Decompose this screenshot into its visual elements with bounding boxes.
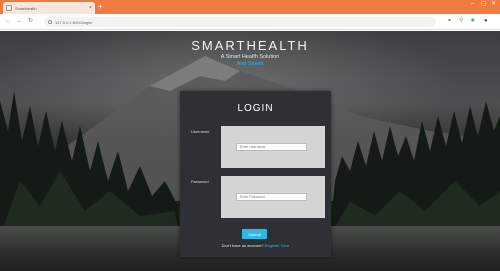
account-icon[interactable]: ● [484, 18, 488, 24]
site-info-icon[interactable] [48, 20, 52, 24]
password-panel [221, 176, 325, 218]
login-heading: LOGIN [237, 103, 274, 114]
url-text: 127.0.0.1:8000/login/ [55, 19, 93, 25]
page-viewport: SMARTHEALTH A Smart Health Solution And … [0, 31, 500, 271]
username-input[interactable] [236, 143, 307, 151]
page-favicon-icon [6, 5, 12, 11]
username-label: Username [191, 129, 210, 134]
browser-toolbar: ← → ↻ 127.0.0.1:8000/login/ ⚭ ⚲ ★ ● [0, 14, 500, 30]
brand-slogan: And Saved [236, 61, 264, 67]
browser-tab-strip: Smarthealth × + – ▢ ✕ [0, 0, 500, 14]
address-bar[interactable]: 127.0.0.1:8000/login/ [44, 17, 436, 27]
star-icon[interactable]: ★ [470, 18, 475, 24]
signup-prompt: Don't have an account? Register Here [180, 243, 331, 248]
tab-close-icon[interactable]: × [89, 5, 92, 11]
back-arrow-icon[interactable]: ← [5, 18, 11, 24]
maximize-button[interactable]: ▢ [481, 1, 487, 7]
reload-icon[interactable]: ↻ [28, 18, 33, 24]
username-panel [221, 126, 325, 168]
password-label: Password [191, 179, 209, 184]
forward-arrow-icon[interactable]: → [16, 18, 22, 24]
register-link[interactable]: Register Here [265, 243, 290, 248]
new-tab-button[interactable]: + [98, 3, 103, 11]
minimize-button[interactable]: – [471, 1, 474, 7]
tab-title: Smarthealth [15, 5, 37, 11]
zoom-icon[interactable]: ⚲ [459, 18, 463, 24]
key-icon[interactable]: ⚭ [447, 18, 452, 24]
close-window-button[interactable]: ✕ [491, 1, 496, 7]
login-card: LOGIN Username Password Submit Don't hav… [180, 91, 331, 257]
signup-prompt-text: Don't have an account? [221, 243, 264, 248]
password-input[interactable] [236, 193, 307, 201]
browser-tab[interactable]: Smarthealth × [3, 2, 95, 14]
brand-title: SMARTHEALTH [191, 38, 309, 53]
brand-tagline: A Smart Health Solution [220, 54, 280, 60]
brand-header: SMARTHEALTH A Smart Health Solution And … [0, 39, 500, 68]
submit-button[interactable]: Submit [242, 229, 267, 239]
